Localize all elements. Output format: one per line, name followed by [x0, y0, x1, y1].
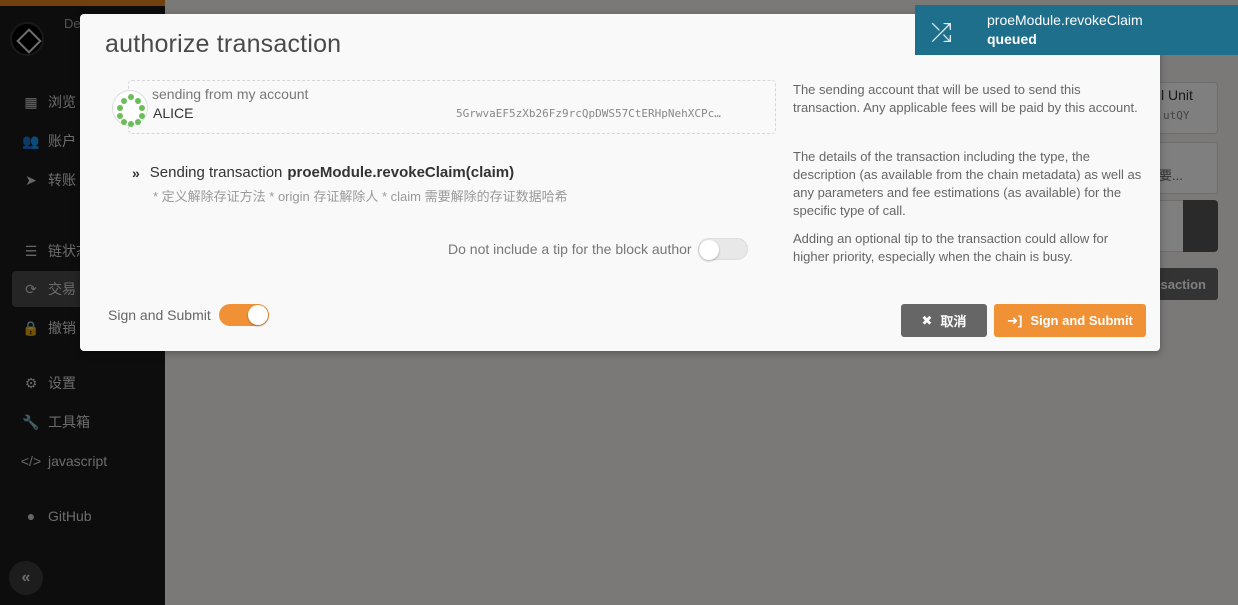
- cancel-button[interactable]: ✖ 取消: [901, 304, 987, 337]
- account-identicon: [112, 90, 148, 127]
- sign-label: Sign and Submit: [108, 307, 211, 323]
- account-address: 5GrwvaEF5zXb26Fz9rcQpDWS57CtERHpNehXCPc…: [456, 107, 721, 120]
- cancel-label: 取消: [940, 314, 967, 329]
- shuffle-icon: ⤮: [931, 17, 952, 47]
- double-chevron-right-icon: »: [132, 164, 140, 181]
- authorize-transaction-modal: authorize transaction sending from my ac…: [80, 14, 1160, 351]
- sign-and-submit-button[interactable]: ➜] Sign and Submit: [994, 304, 1146, 337]
- notification-status: queued: [987, 31, 1037, 47]
- transaction-description: * 定义解除存证方法 * origin 存证解除人 * claim 需要解除的存…: [153, 189, 568, 204]
- submit-label: Sign and Submit: [1030, 313, 1133, 328]
- tip-row: Do not include a tip for the block autho…: [448, 238, 748, 260]
- transaction-prefix: Sending transaction: [149, 164, 283, 181]
- help-tip: Adding an optional tip to the transactio…: [793, 231, 1109, 264]
- toggle-knob: [698, 240, 719, 260]
- sign-toggle[interactable]: [218, 304, 269, 326]
- help-account: The sending account that will be used to…: [793, 82, 1138, 115]
- close-icon: ✖: [921, 312, 933, 328]
- notification-title: proeModule.revokeClaim: [987, 12, 1143, 28]
- modal-title: authorize transaction: [105, 30, 342, 58]
- account-label: sending from my account: [152, 86, 309, 102]
- tip-toggle[interactable]: [697, 238, 748, 260]
- transaction-notification[interactable]: ⤮ proeModule.revokeClaim queued: [915, 5, 1238, 55]
- sign-in-icon: ➜]: [1007, 312, 1023, 328]
- help-details: The details of the transaction including…: [793, 149, 1142, 218]
- toggle-knob: [247, 305, 268, 325]
- transaction-summary[interactable]: » Sending transaction proeModule.revokeC…: [132, 164, 514, 181]
- account-name: ALICE: [153, 105, 194, 121]
- transaction-method: proeModule.revokeClaim(claim): [287, 164, 515, 181]
- tip-label: Do not include a tip for the block autho…: [448, 241, 692, 257]
- sign-row: Sign and Submit: [108, 304, 269, 326]
